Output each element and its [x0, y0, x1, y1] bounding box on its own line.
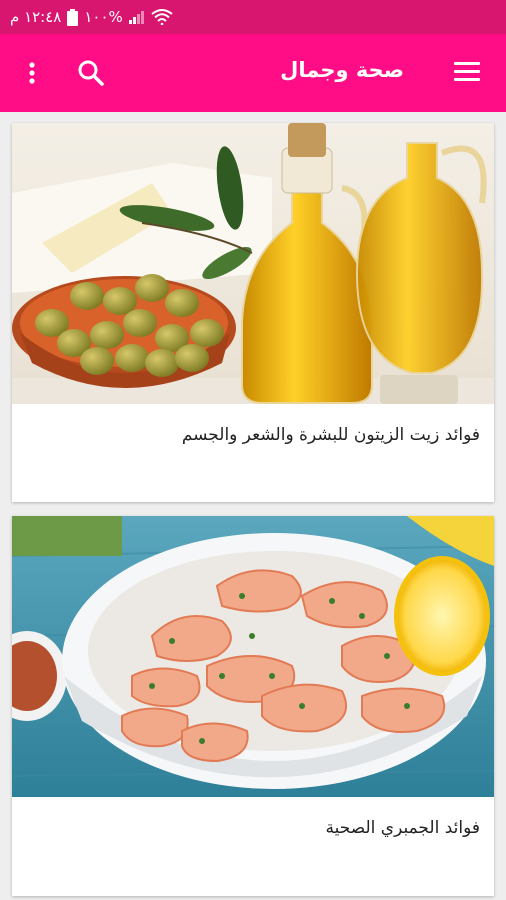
status-left: ١٢:٤٨ م ١٠٠%: [10, 0, 173, 34]
status-time: ١٢:٤٨ م: [10, 8, 62, 26]
article-card[interactable]: فوائد الجمبري الصحية: [12, 516, 494, 896]
article-title: فوائد زيت الزيتون للبشرة والشعر والجسم: [181, 425, 480, 445]
battery-icon: [67, 8, 79, 26]
article-image-olive-oil: [12, 123, 494, 404]
wifi-icon: [151, 9, 173, 25]
app-bar: صحة وجمال: [0, 34, 506, 112]
search-icon[interactable]: [76, 58, 106, 88]
signal-icon: [128, 11, 144, 24]
article-image-shrimp: [12, 516, 494, 797]
more-vert-icon[interactable]: [20, 58, 44, 88]
app-title: صحة وجمال: [280, 58, 404, 82]
article-card[interactable]: فوائد زيت الزيتون للبشرة والشعر والجسم: [12, 123, 494, 502]
status-bar: ١٢:٤٨ م ١٠٠%: [0, 0, 506, 34]
menu-icon[interactable]: [454, 62, 480, 82]
article-title: فوائد الجمبري الصحية: [325, 818, 480, 838]
battery-percent: ١٠٠%: [84, 8, 123, 26]
